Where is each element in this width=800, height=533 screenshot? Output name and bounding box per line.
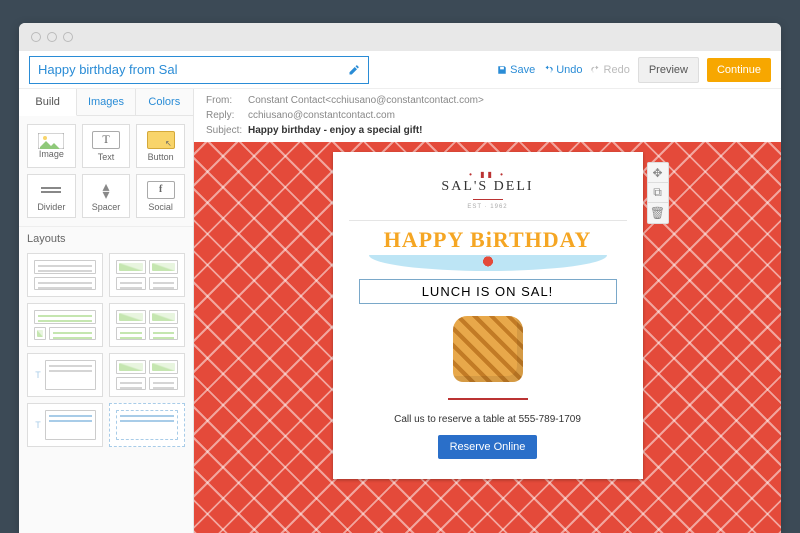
layout-item[interactable] <box>27 303 103 347</box>
redo-button[interactable]: Redo <box>591 64 630 76</box>
layouts-grid: T T <box>19 247 193 453</box>
layout-item[interactable] <box>109 303 185 347</box>
email-card[interactable]: ✥ ⧉ 🗑 • ▮▮ • SAL'S DELI EST · 1962 HAPPY… <box>333 152 643 479</box>
save-button[interactable]: Save <box>497 64 535 76</box>
email-meta: From:Constant Contact<cchiusano@constant… <box>194 89 781 142</box>
layout-item[interactable]: T <box>27 353 103 397</box>
layout-item[interactable] <box>109 353 185 397</box>
reserve-button[interactable]: Reserve Online <box>438 435 538 459</box>
left-sidebar: Build Images Colors Image T Text ↖ Butto… <box>19 89 194 533</box>
canvas-area: From:Constant Contact<cchiusano@constant… <box>194 89 781 533</box>
layout-item[interactable]: T <box>27 403 103 447</box>
tab-images[interactable]: Images <box>77 89 135 115</box>
social-icon: f <box>147 181 175 199</box>
email-background[interactable]: ✥ ⧉ 🗑 • ▮▮ • SAL'S DELI EST · 1962 HAPPY… <box>194 142 781 533</box>
image-icon <box>38 133 64 149</box>
layout-item[interactable] <box>27 253 103 297</box>
layouts-label: Layouts <box>19 226 193 247</box>
spacer-icon: ▴▾ <box>92 181 120 199</box>
tab-build[interactable]: Build <box>19 89 77 116</box>
pencil-icon <box>348 64 360 76</box>
block-text[interactable]: T Text <box>82 124 131 168</box>
undo-button[interactable]: Undo <box>543 64 582 76</box>
block-social[interactable]: f Social <box>136 174 185 218</box>
divider <box>349 220 627 221</box>
block-spacer[interactable]: ▴▾ Spacer <box>82 174 131 218</box>
undo-icon <box>543 65 553 75</box>
brand-underline <box>473 199 503 200</box>
campaign-title-text: Happy birthday from Sal <box>38 62 177 77</box>
text-icon: T <box>92 131 120 149</box>
subhead-box[interactable]: LUNCH IS ON SAL! <box>359 279 617 304</box>
continue-button[interactable]: Continue <box>707 58 771 82</box>
block-button[interactable]: ↖ Button <box>136 124 185 168</box>
campaign-title-input[interactable]: Happy birthday from Sal <box>29 56 369 84</box>
window-dot <box>63 32 73 42</box>
copy-icon[interactable]: ⧉ <box>648 183 668 203</box>
app-window: Happy birthday from Sal Save Undo Redo P… <box>19 23 781 533</box>
block-divider[interactable]: Divider <box>27 174 76 218</box>
red-divider <box>448 398 528 400</box>
preview-button[interactable]: Preview <box>638 57 699 83</box>
tab-colors[interactable]: Colors <box>136 89 193 115</box>
layout-item[interactable] <box>109 253 185 297</box>
brand-est: EST · 1962 <box>349 204 627 210</box>
move-icon[interactable]: ✥ <box>648 163 668 183</box>
window-dot <box>31 32 41 42</box>
trash-icon[interactable]: 🗑 <box>648 203 668 223</box>
window-dot <box>47 32 57 42</box>
top-toolbar: Happy birthday from Sal Save Undo Redo P… <box>19 51 781 89</box>
sandwich-image[interactable] <box>349 316 627 382</box>
block-image[interactable]: Image <box>27 124 76 168</box>
brand-ornament: • ▮▮ • <box>349 170 627 179</box>
save-icon <box>497 65 507 75</box>
layout-item[interactable] <box>109 403 185 447</box>
brand-name: SAL'S DELI <box>349 179 627 195</box>
divider-icon <box>37 181 65 199</box>
headline[interactable]: HAPPY BiRTHDAY <box>349 227 627 271</box>
button-icon: ↖ <box>147 131 175 149</box>
block-tools: ✥ ⧉ 🗑 <box>647 162 669 224</box>
call-text[interactable]: Call us to reserve a table at 555-789-17… <box>349 414 627 425</box>
redo-icon <box>591 65 601 75</box>
browser-chrome <box>19 23 781 51</box>
